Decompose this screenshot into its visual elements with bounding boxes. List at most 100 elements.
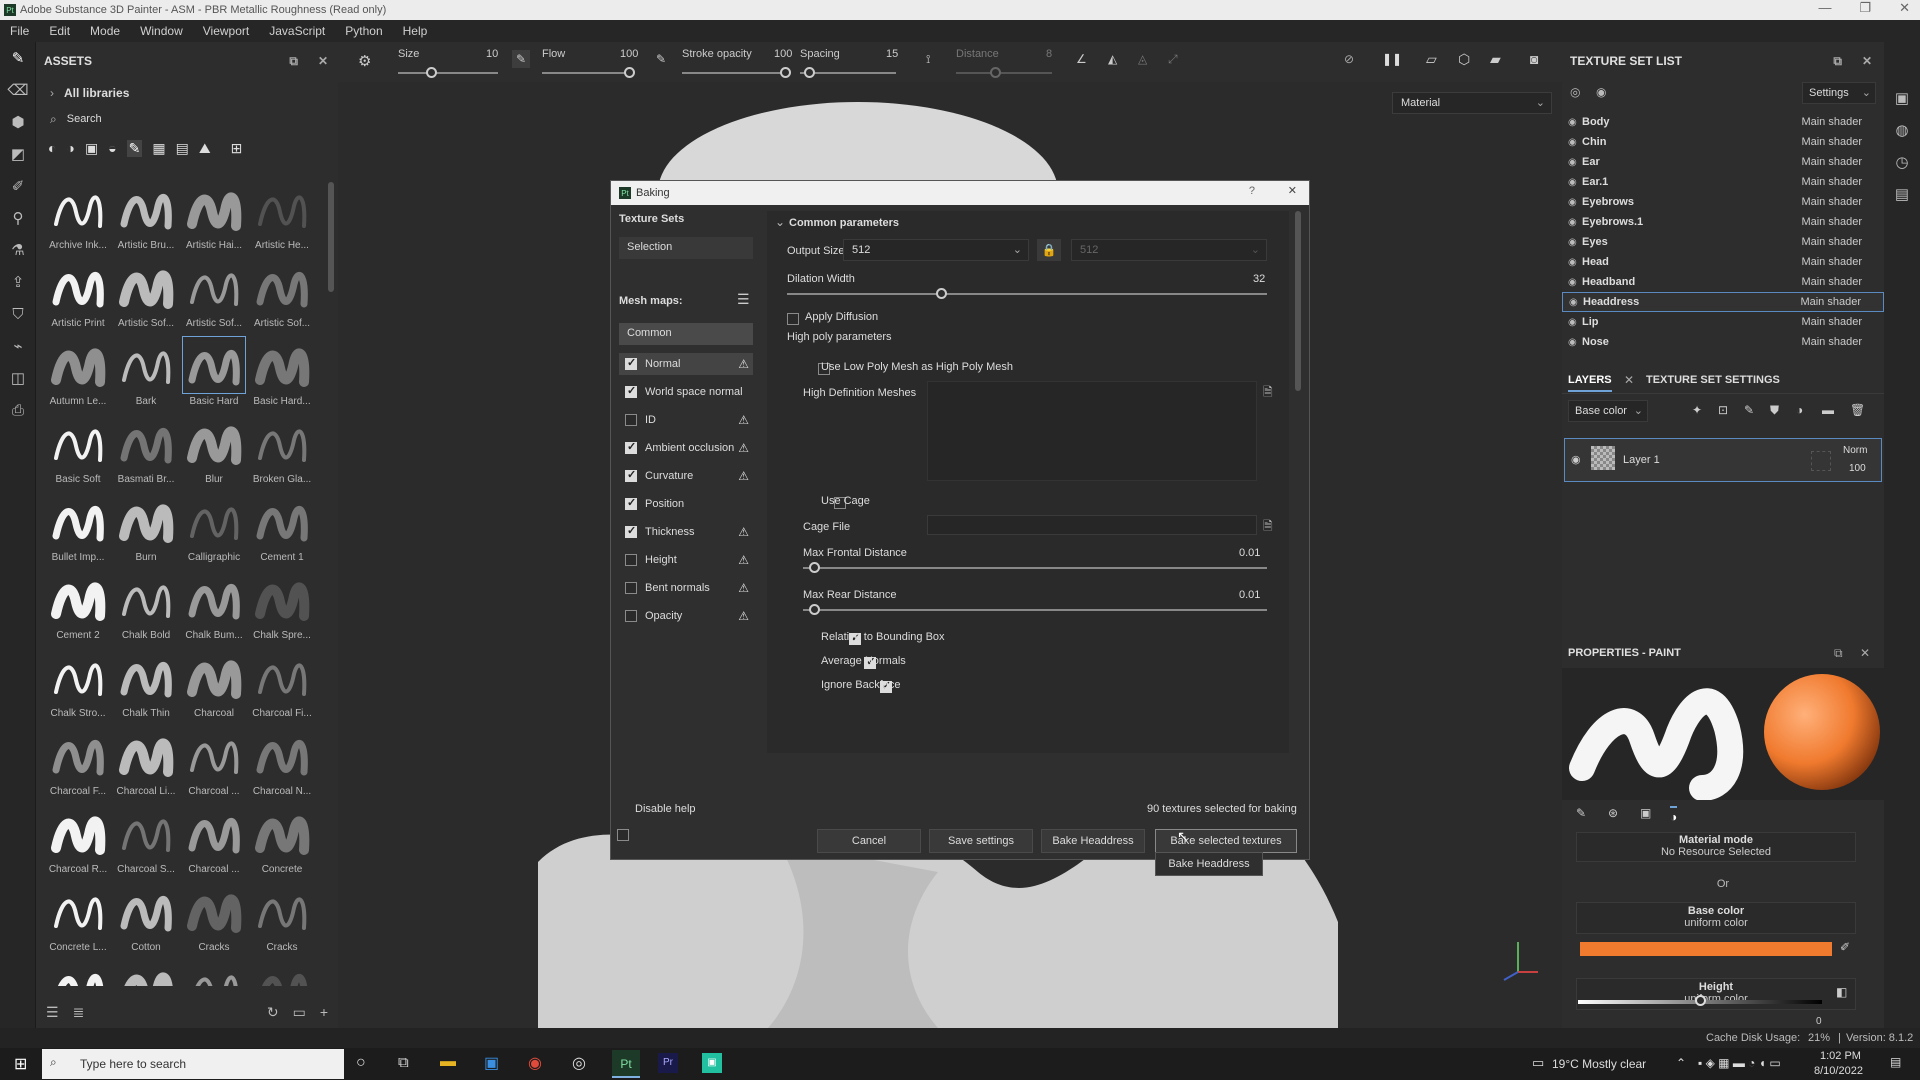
refresh-icon[interactable]: ↻: [267, 1004, 279, 1021]
mesh-map-checkbox[interactable]: [625, 554, 637, 566]
obs-icon[interactable]: ◎: [572, 1053, 586, 1073]
brush-item[interactable]: Artistic Sof...: [248, 258, 316, 336]
stroke-opacity-handle[interactable]: [780, 67, 791, 78]
texture-set-shader[interactable]: Main shader: [1801, 176, 1862, 188]
brush-item[interactable]: Archive Ink...: [44, 180, 112, 258]
hd-meshes-file-icon[interactable]: 🗎: [1263, 383, 1273, 404]
transform-icon[interactable]: ⤢: [1168, 52, 1178, 67]
file-explorer-icon[interactable]: ▬: [440, 1053, 456, 1071]
filter-smart-material-icon[interactable]: ◑: [66, 140, 74, 156]
layer-row[interactable]: ◉ Layer 1 Norm 100: [1564, 438, 1882, 482]
mesh-map-checkbox[interactable]: [625, 496, 637, 510]
camera-icon[interactable]: ◫: [0, 362, 36, 394]
stroke-opacity-slider[interactable]: [682, 72, 788, 74]
brush-item[interactable]: Blur: [180, 414, 248, 492]
view-3d-icon[interactable]: ⬡: [1458, 51, 1470, 68]
menu-python[interactable]: Python: [345, 24, 382, 38]
texture-set-shader[interactable]: Main shader: [1801, 196, 1862, 208]
view-2d-icon[interactable]: ▱: [1426, 51, 1437, 68]
menu-file[interactable]: File: [10, 24, 29, 38]
texture-set-shader[interactable]: Main shader: [1801, 216, 1862, 228]
lock-ratio-button[interactable]: 🔒: [1037, 239, 1061, 261]
texture-set-shader[interactable]: Main shader: [1801, 316, 1862, 328]
close-panel-icon[interactable]: ✕: [1860, 646, 1870, 660]
add-effect-icon[interactable]: ✦: [1692, 403, 1702, 417]
filter-alpha-icon[interactable]: ▤: [176, 140, 189, 157]
maximize-icon[interactable]: ❐: [1859, 0, 1871, 16]
brush-item[interactable]: Concrete L...: [44, 882, 112, 960]
brush-item[interactable]: Artistic Sof...: [112, 258, 180, 336]
brush-item[interactable]: Charcoal N...: [248, 726, 316, 804]
bake-headdress-button[interactable]: Bake Headdress: [1041, 829, 1145, 853]
brush-item[interactable]: Basic Hard: [180, 336, 248, 414]
brush-item[interactable]: Cracks: [248, 882, 316, 960]
cage-file-input[interactable]: [927, 515, 1257, 535]
symmetry-icon[interactable]: ◭: [1108, 52, 1117, 66]
texture-set-shader[interactable]: Main shader: [1801, 336, 1862, 348]
texture-set-row[interactable]: ◉ Head Main shader: [1562, 252, 1884, 272]
brush-item[interactable]: [44, 960, 112, 986]
brush-item[interactable]: Charcoal F...: [44, 726, 112, 804]
layer-opacity[interactable]: 100: [1849, 463, 1866, 474]
tab-layers[interactable]: LAYERS: [1568, 374, 1612, 392]
brush-item[interactable]: [112, 960, 180, 986]
brush-item[interactable]: Charcoal Fi...: [248, 648, 316, 726]
texture-set-row[interactable]: ◉ Ear Main shader: [1562, 152, 1884, 172]
visibility-eye-icon[interactable]: ◉: [1569, 297, 1583, 308]
visibility-eye-icon[interactable]: ◉: [1568, 197, 1582, 208]
add-mask-icon[interactable]: ⊡: [1718, 403, 1728, 417]
flow-slider[interactable]: [542, 72, 632, 74]
history-icon[interactable]: ◷: [1884, 146, 1920, 178]
parameters-scrollbar[interactable]: [1295, 211, 1301, 391]
display-settings-icon[interactable]: ◍: [1884, 114, 1920, 146]
texture-set-selection[interactable]: Selection: [619, 237, 753, 259]
hide-icon[interactable]: ⊘: [1344, 52, 1354, 66]
brush-item[interactable]: Basmati Br...: [112, 414, 180, 492]
material-mode-box[interactable]: Material mode No Resource Selected: [1576, 832, 1856, 862]
brush-item[interactable]: Chalk Bold: [112, 570, 180, 648]
texture-set-shader[interactable]: Main shader: [1801, 236, 1862, 248]
mesh-map-item[interactable]: Height ⚠: [619, 549, 753, 571]
menu-viewport[interactable]: Viewport: [203, 24, 249, 38]
grid-view-icon[interactable]: ⊞: [231, 140, 243, 157]
brush-item[interactable]: Basic Hard...: [248, 336, 316, 414]
brush-preset-icon[interactable]: ⚙: [358, 52, 371, 70]
texture-set-row[interactable]: ◉ Headband Main shader: [1562, 272, 1884, 292]
add-paint-layer-icon[interactable]: ✎: [1744, 403, 1754, 417]
sort-icon[interactable]: ☰: [46, 1004, 59, 1021]
angle-icon[interactable]: ∠: [1076, 52, 1087, 66]
distance-slider[interactable]: [956, 72, 1052, 74]
brush-item[interactable]: Chalk Spre...: [248, 570, 316, 648]
add-icon[interactable]: +: [320, 1004, 328, 1020]
paint-brush-icon[interactable]: ✎: [0, 42, 36, 74]
brush-item[interactable]: Concrete: [248, 804, 316, 882]
size-slider[interactable]: [398, 72, 498, 74]
add-fill-layer-icon[interactable]: ⛊: [1770, 403, 1779, 418]
add-folder-icon[interactable]: ▬: [1822, 403, 1834, 417]
smudge-icon[interactable]: ✐: [0, 170, 36, 202]
solo-icon[interactable]: ◉: [1596, 85, 1606, 99]
filter-mask-icon[interactable]: ▣: [85, 140, 98, 157]
mesh-map-item[interactable]: Ambient occlusion⚠: [619, 437, 753, 459]
common-tab[interactable]: Common: [619, 323, 753, 345]
filter-procedural-icon[interactable]: ◒: [108, 140, 116, 156]
brush-item[interactable]: Cracks: [180, 882, 248, 960]
opacity-pen-icon[interactable]: ✎: [656, 52, 666, 66]
brush-item[interactable]: [248, 960, 316, 986]
float-panel-icon[interactable]: ⧉: [1834, 646, 1843, 661]
mesh-map-item[interactable]: Position: [619, 493, 753, 515]
alpha-tab-icon[interactable]: ⊛: [1608, 806, 1618, 820]
visibility-eye-icon[interactable]: ◉: [1568, 277, 1582, 288]
brush-item[interactable]: Artistic He...: [248, 180, 316, 258]
brush-item[interactable]: Charcoal: [180, 648, 248, 726]
polygon-fill-icon[interactable]: ◩: [0, 138, 36, 170]
delete-layer-icon[interactable]: 🗑: [1850, 403, 1865, 417]
close-panel-icon[interactable]: ✕: [1862, 54, 1872, 69]
taskbar-search-input[interactable]: ⌕ Type here to search: [42, 1049, 344, 1079]
visibility-eye-icon[interactable]: ◉: [1568, 317, 1582, 328]
mesh-map-checkbox[interactable]: [625, 356, 637, 370]
channel-dropdown[interactable]: Base color ⌄: [1568, 400, 1648, 422]
material-tab-icon[interactable]: ◑: [1670, 806, 1678, 824]
library-selector[interactable]: › All libraries: [36, 80, 338, 106]
dilation-width-handle[interactable]: [935, 288, 947, 299]
